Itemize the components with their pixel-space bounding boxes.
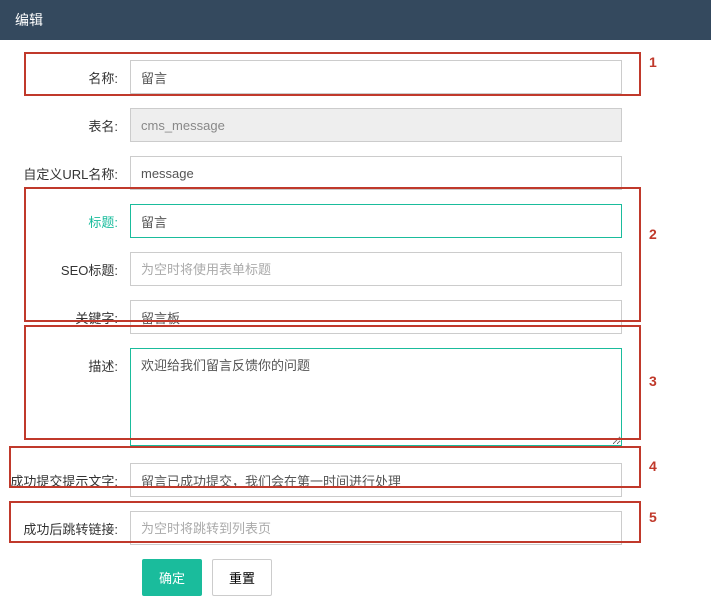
submit-button[interactable]: 确定	[142, 559, 202, 596]
dialog-header: 编辑	[0, 0, 711, 40]
dialog-title: 编辑	[15, 12, 43, 28]
row-url: 自定义URL名称:	[10, 156, 681, 190]
row-success-message: 成功提交提示文字:	[10, 463, 681, 497]
row-redirect: 成功后跳转链接:	[10, 511, 681, 545]
label-success-message: 成功提交提示文字:	[10, 463, 130, 490]
row-desc: 描述:	[10, 348, 681, 449]
form-container: 名称: 表名: 自定义URL名称: 标题: SEO标题: 关键字:	[0, 40, 711, 616]
input-name[interactable]	[130, 60, 622, 94]
input-url[interactable]	[130, 156, 622, 190]
input-title[interactable]	[130, 204, 622, 238]
label-desc: 描述:	[10, 348, 130, 375]
label-name: 名称:	[10, 60, 130, 87]
row-name: 名称:	[10, 60, 681, 94]
input-redirect[interactable]	[130, 511, 622, 545]
input-success-message[interactable]	[130, 463, 622, 497]
input-table	[130, 108, 622, 142]
input-seo[interactable]	[130, 252, 622, 286]
reset-button[interactable]: 重置	[212, 559, 272, 596]
input-keywords[interactable]	[130, 300, 622, 334]
textarea-desc[interactable]	[130, 348, 622, 446]
label-redirect: 成功后跳转链接:	[10, 511, 130, 538]
label-title: 标题:	[10, 204, 130, 231]
label-url: 自定义URL名称:	[10, 156, 130, 183]
row-keywords: 关键字:	[10, 300, 681, 334]
row-title: 标题:	[10, 204, 681, 238]
label-seo: SEO标题:	[10, 252, 130, 279]
row-table: 表名:	[10, 108, 681, 142]
label-table: 表名:	[10, 108, 130, 135]
button-row: 确定 重置	[142, 559, 681, 596]
row-seo: SEO标题:	[10, 252, 681, 286]
label-keywords: 关键字:	[10, 300, 130, 327]
